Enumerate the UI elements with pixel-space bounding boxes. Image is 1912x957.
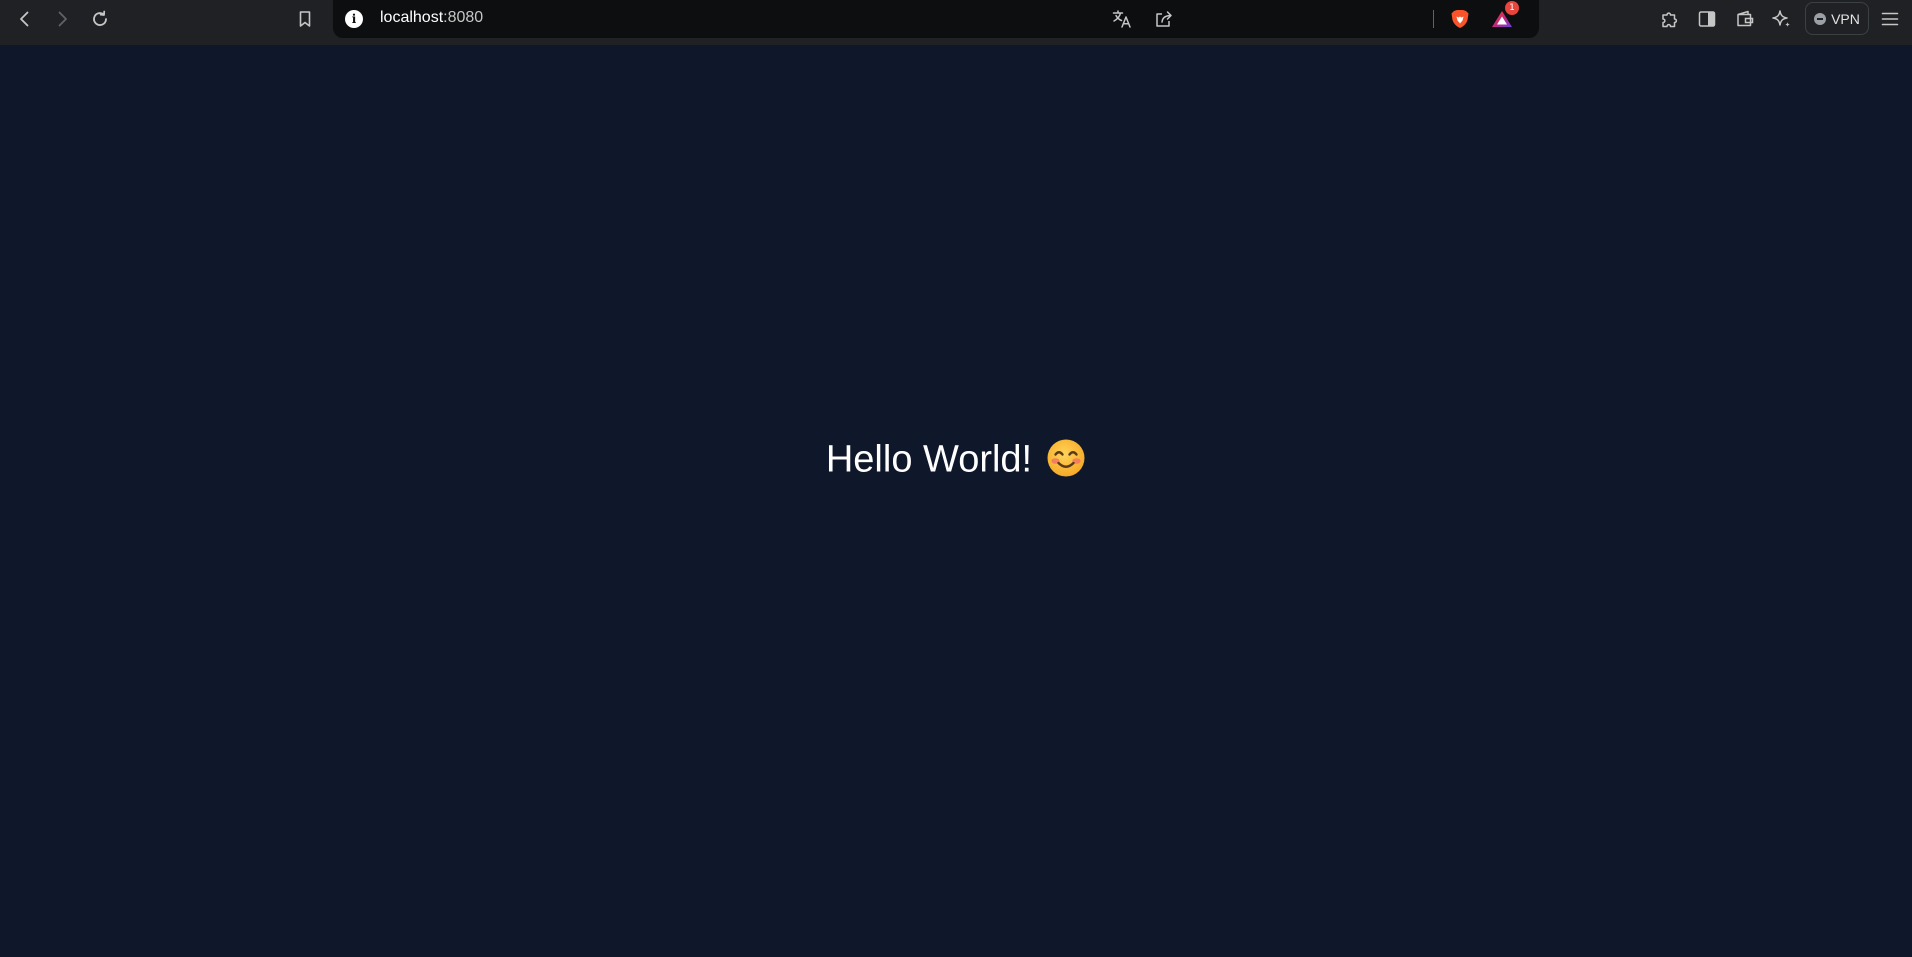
greeting-text: Hello World! [825, 438, 1033, 481]
hamburger-menu-icon [1881, 12, 1899, 26]
share-button[interactable] [1149, 4, 1179, 34]
share-icon [1156, 11, 1172, 27]
vpn-label: VPN [1831, 10, 1860, 27]
wallet-button[interactable] [1730, 4, 1760, 34]
url-host: localhost [380, 9, 444, 26]
chevron-left-icon [20, 11, 29, 27]
puzzle-icon [1662, 12, 1678, 28]
brave-lion-icon [1451, 10, 1469, 28]
bookmark-icon [299, 11, 311, 27]
smiling-face-icon [1047, 439, 1085, 477]
url-text[interactable]: localhost:8080 [380, 9, 483, 27]
site-info-icon[interactable]: i [345, 10, 363, 28]
leo-ai-button[interactable] [1767, 4, 1797, 34]
back-button[interactable] [10, 4, 40, 34]
chevron-right-icon [58, 11, 67, 27]
translate-icon [1112, 10, 1131, 28]
address-bar-divider [1433, 10, 1434, 28]
address-bar[interactable]: i localhost:8080 1 [333, 0, 1539, 38]
vpn-button[interactable]: VPN [1805, 2, 1869, 35]
translate-button[interactable] [1107, 4, 1137, 34]
rewards-badge: 1 [1505, 1, 1519, 15]
browser-toolbar: i localhost:8080 1 VPN [0, 0, 1912, 45]
bookmark-button[interactable] [290, 4, 320, 34]
page-content [0, 45, 1912, 957]
extensions-button[interactable] [1655, 4, 1685, 34]
vpn-status-icon [1814, 12, 1827, 25]
wallet-icon [1737, 10, 1754, 27]
sidebar-icon [1698, 11, 1716, 27]
brave-shields-button[interactable] [1445, 4, 1475, 34]
reload-icon [93, 10, 107, 26]
brave-rewards-button[interactable]: 1 [1487, 1, 1519, 34]
sidebar-toggle-button[interactable] [1692, 4, 1722, 34]
main-menu-button[interactable] [1875, 4, 1905, 34]
reload-button[interactable] [85, 4, 115, 34]
sparkle-icon [1772, 10, 1790, 27]
forward-button[interactable] [47, 4, 77, 34]
url-port: :8080 [443, 9, 484, 26]
hello-heading: Hello World! [0, 437, 1912, 482]
